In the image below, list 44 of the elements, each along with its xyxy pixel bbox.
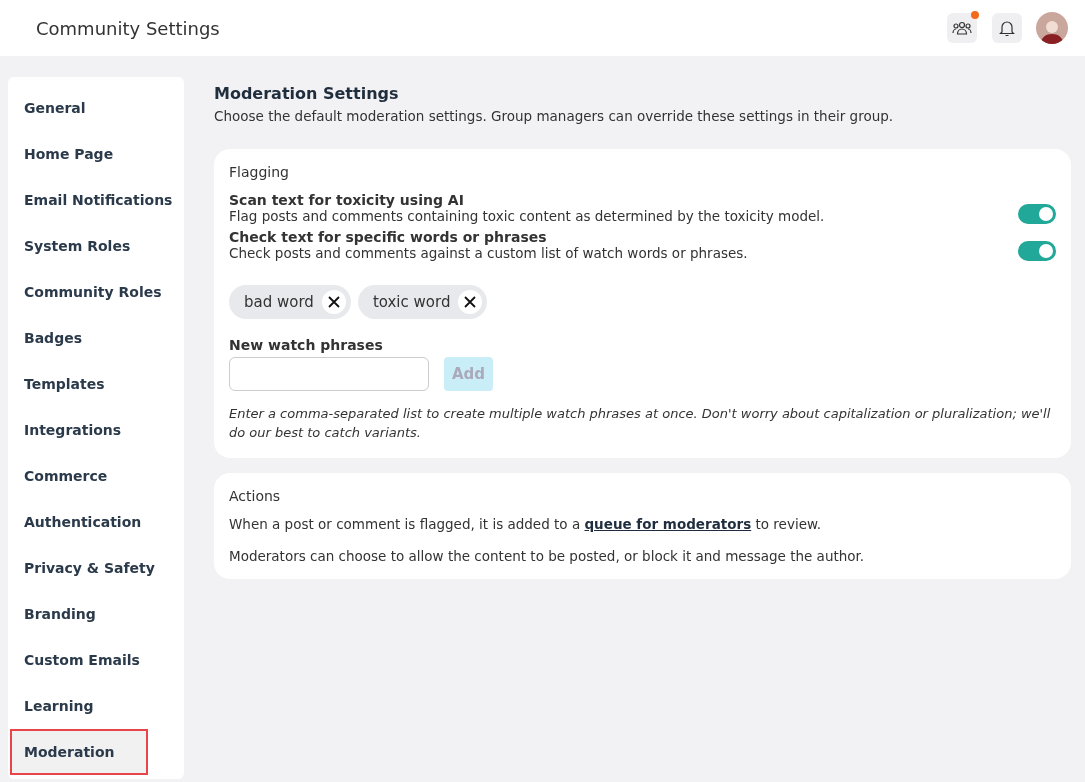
remove-tag-button[interactable] [458, 290, 483, 314]
sidebar-item[interactable]: Email Notifications [8, 177, 184, 223]
section-description: Choose the default moderation settings. Group managers can override these settings in their group. [214, 108, 895, 124]
sidebar-item[interactable]: Home Page [8, 131, 184, 177]
card-heading: Actions [229, 487, 282, 504]
body-text: Moderators can choose to allow the content to be posted, or block it and message the author. [229, 547, 866, 564]
sidebar-item[interactable]: Authentication [8, 499, 184, 545]
notifications-button[interactable] [992, 13, 1022, 43]
toggle-switch[interactable] [1018, 204, 1056, 224]
sidebar-item[interactable]: Privacy & Safety [8, 545, 184, 591]
remove-tag-button[interactable] [321, 290, 346, 314]
tag-label: toxic word [372, 293, 451, 311]
avatar[interactable] [1036, 12, 1068, 44]
sidebar-item[interactable]: System Roles [8, 223, 184, 269]
close-icon [464, 296, 477, 308]
sidebar-item[interactable]: Learning [8, 683, 184, 729]
sidebar-item[interactable]: Templates [8, 361, 184, 407]
close-icon [327, 296, 340, 308]
bell-icon [999, 19, 1015, 37]
field-label: New watch phrases [229, 337, 384, 353]
card-heading: Flagging [229, 164, 290, 180]
setting-title: Check text for specific words or phrases [229, 229, 548, 245]
sidebar-item[interactable]: Branding [8, 591, 184, 637]
queue-link[interactable]: queue for moderators [584, 515, 752, 532]
sidebar-item[interactable]: General [8, 85, 184, 131]
tag-label: bad word [244, 293, 314, 311]
sidebar-item[interactable]: Custom Emails [8, 637, 184, 683]
sidebar-item[interactable]: Integrations [8, 407, 184, 453]
watch-phrase-field[interactable] [229, 357, 429, 391]
toggle-switch[interactable] [1018, 241, 1056, 261]
people-icon [952, 20, 972, 36]
body-text: When a post or comment is flagged, it is added to a queue for moderators to review. [229, 515, 823, 532]
groups-button[interactable] [947, 13, 977, 43]
person-silhouette-icon [1040, 18, 1064, 44]
page-title: Community Settings [36, 17, 221, 39]
hint-text: Enter a comma-separated list to create multiple watch phrases at once. Don't worry about capitalization or pluralization; we'll do our best to catch variants. [229, 405, 1052, 442]
sidebar-item[interactable]: Commerce [8, 453, 184, 499]
sidebar-item[interactable]: Badges [8, 315, 184, 361]
section-title: Moderation Settings [214, 84, 400, 103]
setting-title: Scan text for toxicity using AI [229, 192, 465, 208]
sidebar-item[interactable]: Community Roles [8, 269, 184, 315]
setting-description: Flag posts and comments containing toxic content as determined by the toxicity model. [229, 208, 826, 224]
sidebar-item[interactable]: Moderation [10, 729, 148, 775]
setting-description: Check posts and comments against a custom list of watch words or phrases. [229, 245, 749, 261]
